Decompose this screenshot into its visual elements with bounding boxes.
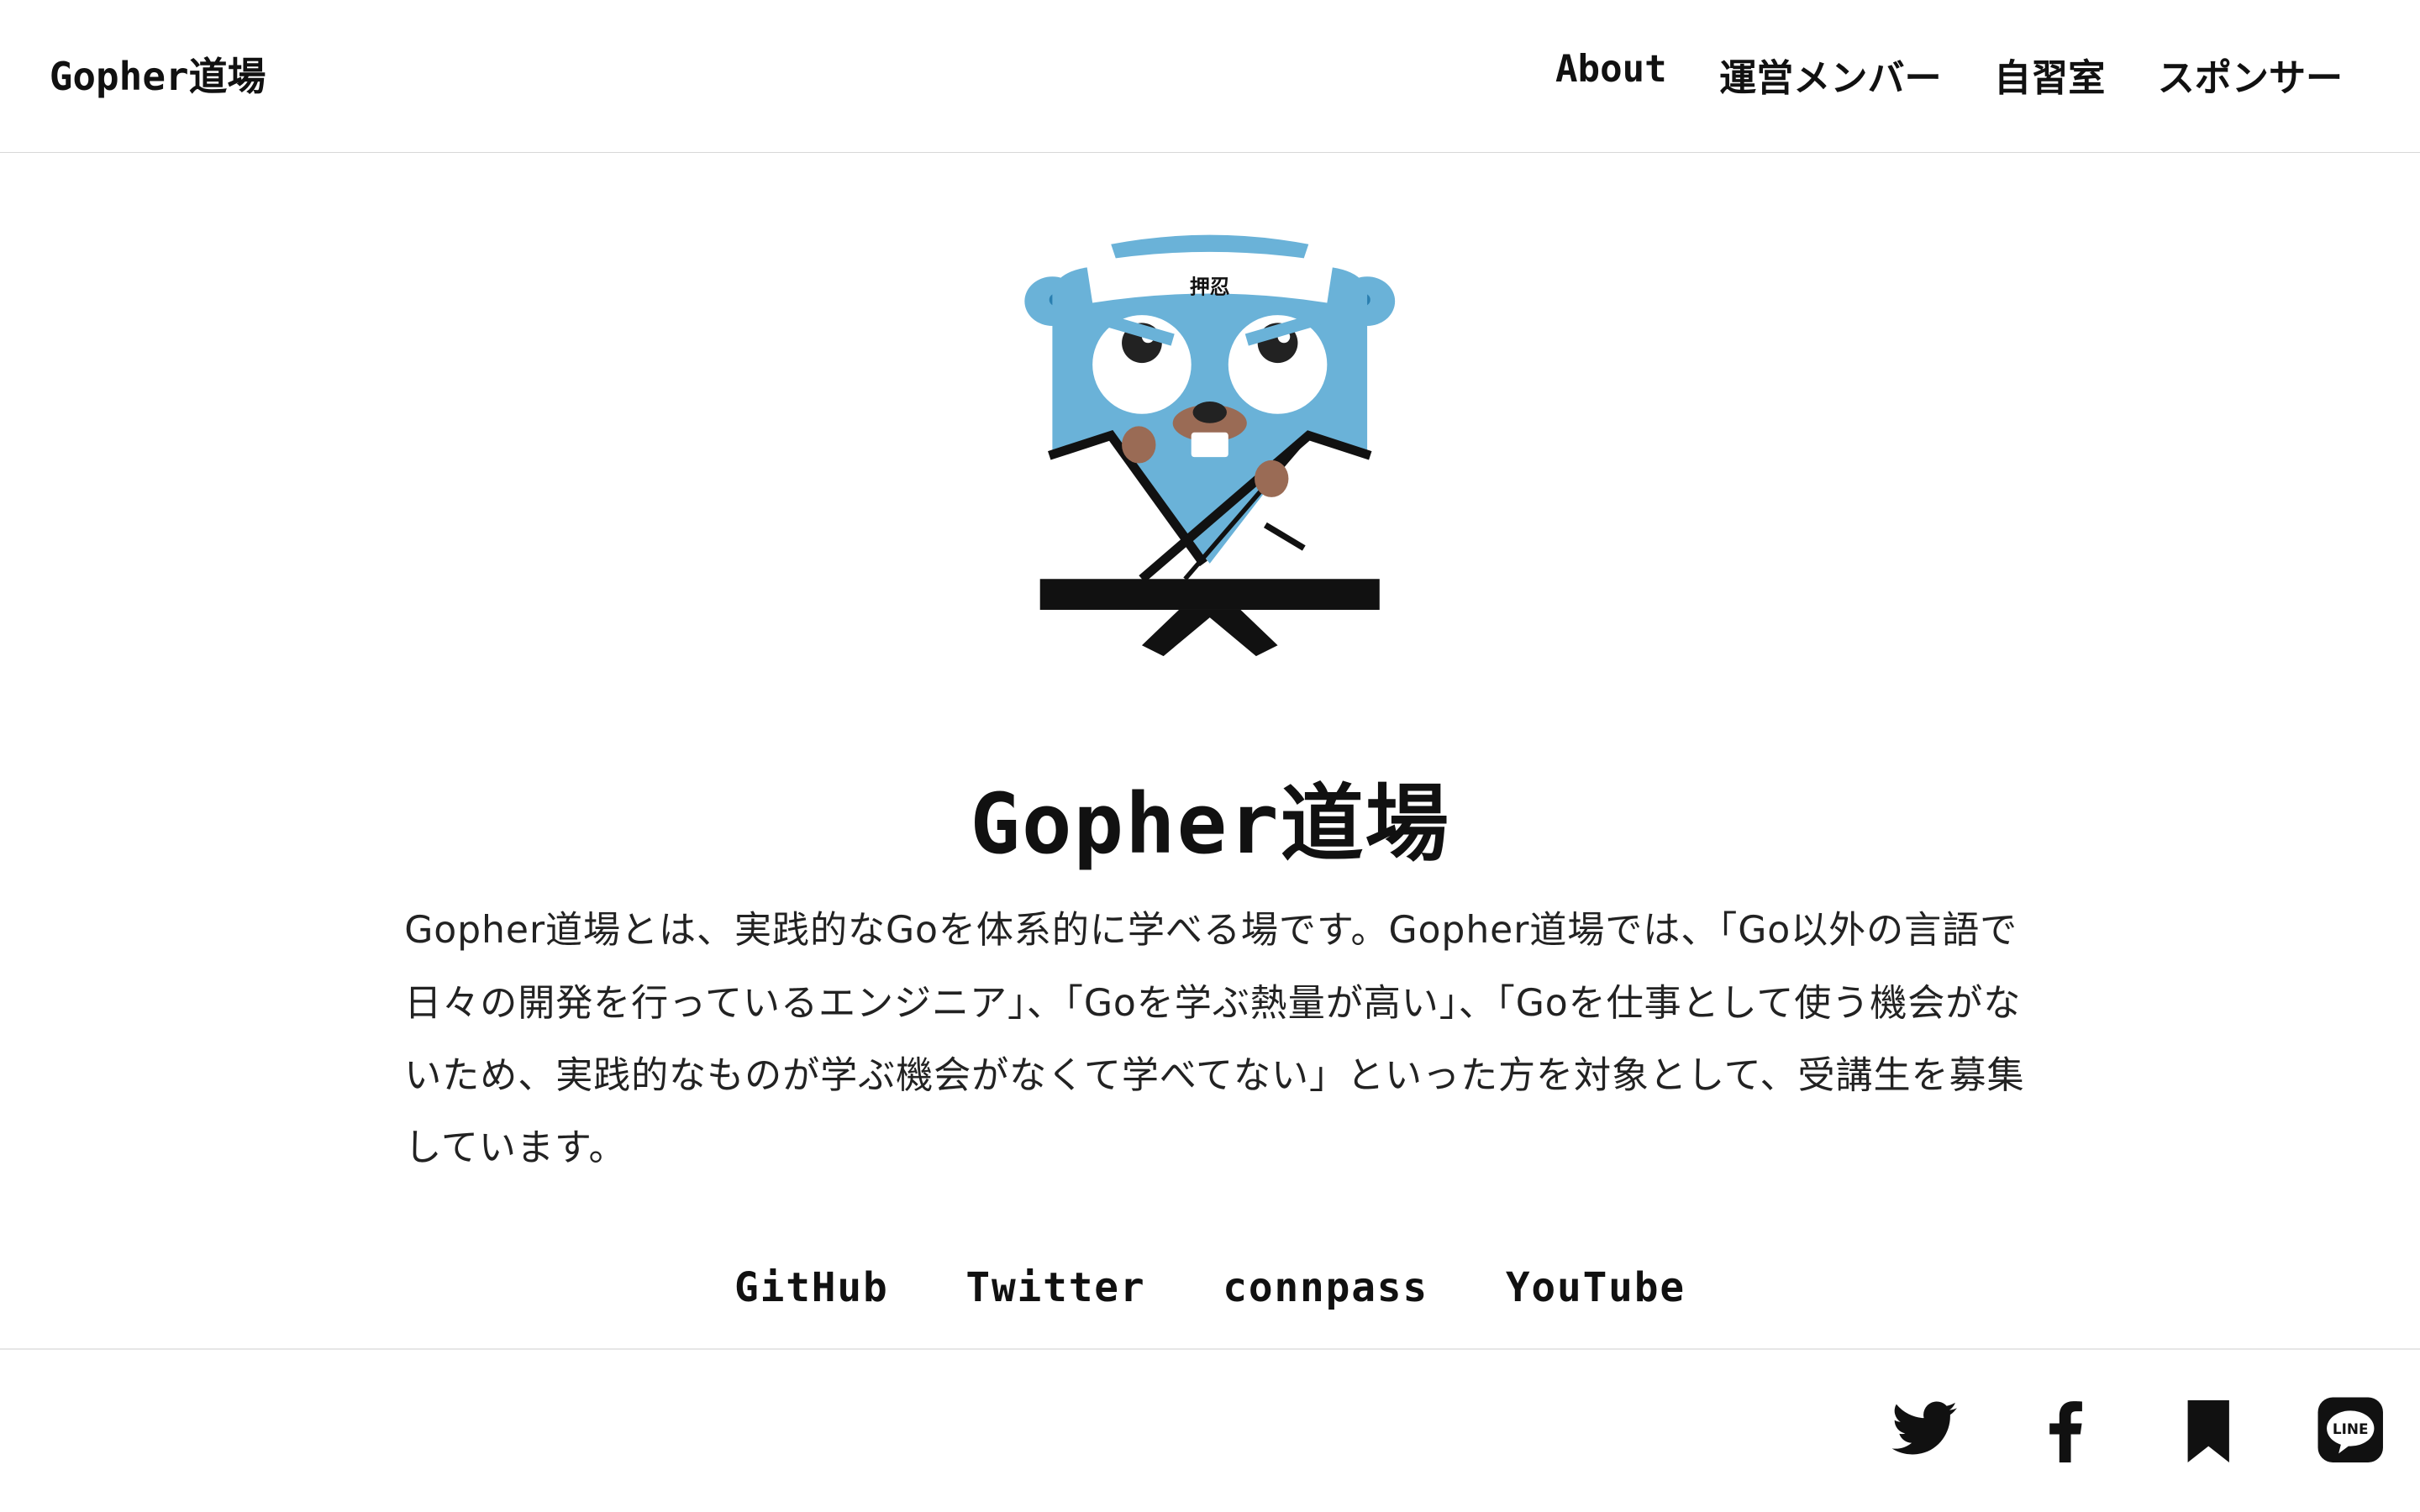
headband-text: 押忍 <box>1190 275 1230 298</box>
github-link[interactable]: GitHub <box>734 1265 889 1311</box>
gopher-mascot-image: 押忍 <box>1024 234 1396 656</box>
nav-sponsors[interactable]: スポンサー <box>2158 48 2343 102</box>
nav-about[interactable]: About <box>1555 48 1667 102</box>
youtube-link[interactable]: YouTube <box>1506 1265 1686 1311</box>
site-logo[interactable]: Gopher道場 <box>50 46 266 102</box>
nav-study-room[interactable]: 自習室 <box>1994 48 2105 102</box>
nav-members[interactable]: 運営メンバー <box>1719 48 1941 102</box>
twitter-link[interactable]: Twitter <box>965 1265 1145 1311</box>
external-links: GitHub Twitter connpass YouTube <box>0 1265 2420 1311</box>
line-icon[interactable]: LINE <box>2315 1394 2386 1465</box>
site-header: Gopher道場 About 運営メンバー 自習室 スポンサー <box>0 0 2420 153</box>
share-bar: LINE <box>1889 1394 2386 1465</box>
main-nav: About 運営メンバー 自習室 スポンサー <box>1555 48 2343 102</box>
bookmark-icon[interactable] <box>2173 1394 2244 1465</box>
svg-text:LINE: LINE <box>2333 1420 2369 1437</box>
twitter-icon[interactable] <box>1889 1394 1960 1465</box>
page-title: Gopher道場 <box>970 775 1450 873</box>
connpass-link[interactable]: connpass <box>1223 1265 1428 1311</box>
facebook-icon[interactable] <box>2031 1394 2102 1465</box>
footer-divider <box>0 1348 2420 1351</box>
page-description: Gopher道場とは、実践的なGoを体系的に学べる場です。Gopher道場では、… <box>404 909 2025 1170</box>
